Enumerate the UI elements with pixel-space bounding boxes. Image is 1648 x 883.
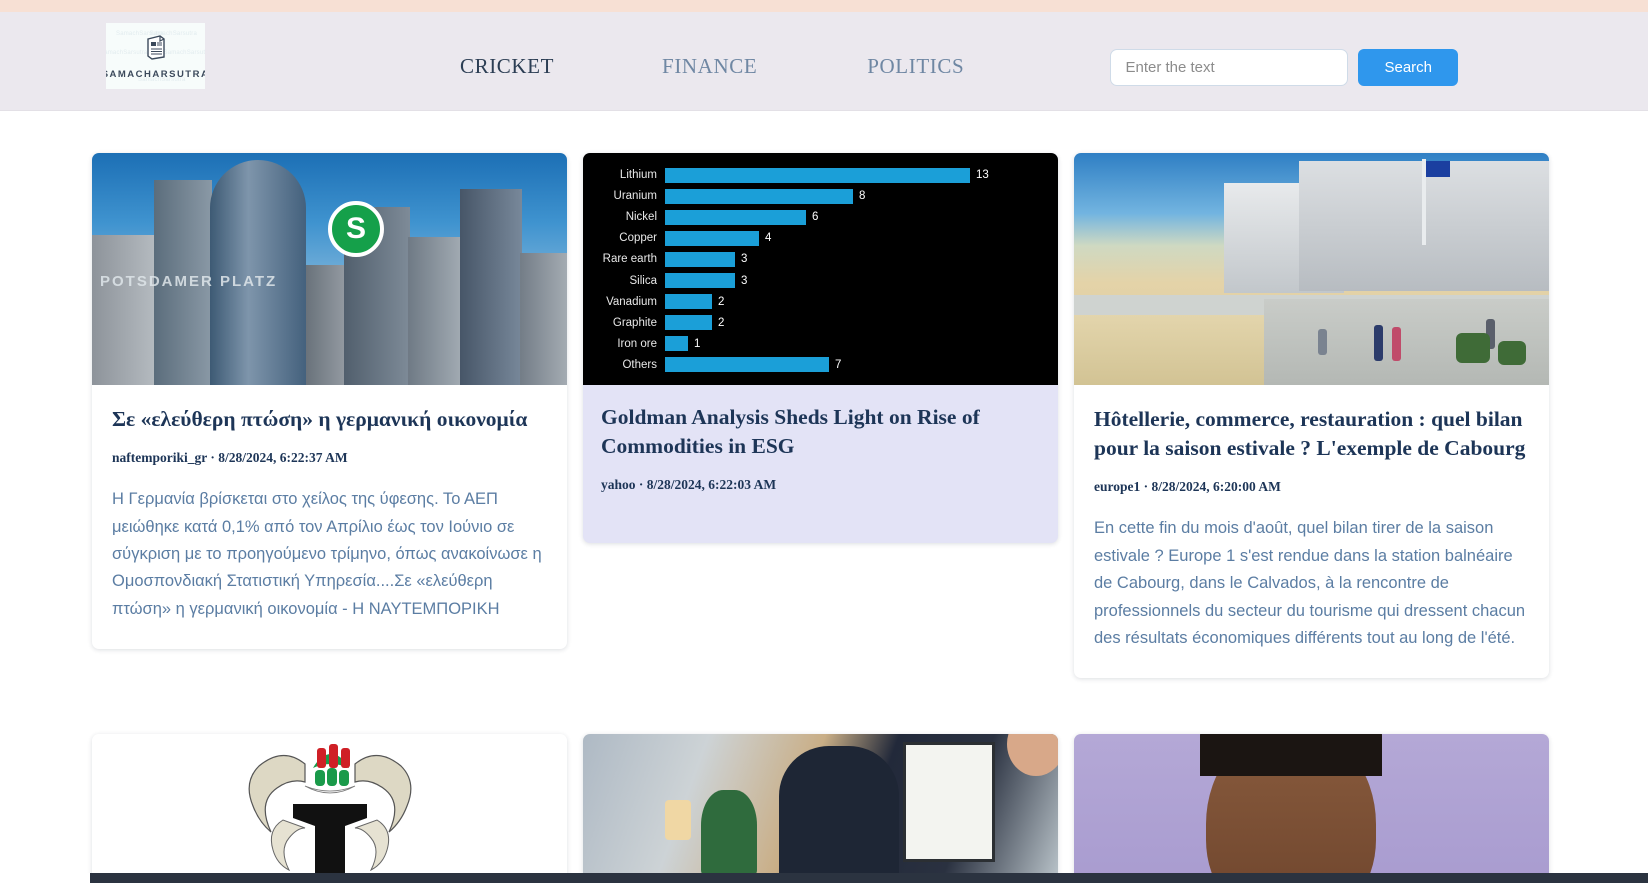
card-description: En cette fin du mois d'août, quel bilan … — [1094, 519, 1526, 647]
nigeria-coat-of-arms-image — [92, 734, 567, 880]
main-nav: CRICKET FINANCE POLITICS — [460, 54, 964, 79]
bottom-edge-bar — [0, 873, 1648, 883]
chart-value-label: 4 — [765, 232, 772, 245]
chart-category-label: Vanadium — [606, 295, 657, 308]
search-input[interactable] — [1110, 49, 1349, 86]
nav-item-cricket[interactable]: CRICKET — [460, 54, 554, 79]
chart-bar — [665, 357, 829, 373]
nav-spacer — [554, 54, 662, 79]
chart-value-label: 13 — [976, 169, 989, 181]
chart-category-label: Copper — [619, 232, 657, 245]
s-bahn-logo-icon: S — [328, 201, 384, 257]
chart-value-label: 3 — [741, 253, 748, 266]
news-feed: S POTSDAMER PLATZ Σε «ελεύθερη πτώση» η … — [0, 111, 1648, 880]
search-area: Search — [1110, 49, 1458, 86]
news-card[interactable] — [1074, 734, 1549, 880]
chart-category-label: Lithium — [619, 169, 657, 181]
chart-bar — [665, 230, 759, 246]
card-body: Σε «ελεύθερη πτώση» η γερμανική οικονομί… — [92, 385, 567, 649]
news-card[interactable]: S POTSDAMER PLATZ Σε «ελεύθερη πτώση» η … — [92, 153, 567, 650]
card-body: Goldman Analysis Sheds Light on Rise of … — [583, 385, 1058, 543]
card-meta: europe1 · 8/28/2024, 6:20:00 AM — [1094, 479, 1281, 495]
news-row-2 — [92, 734, 1556, 880]
image-caption-text: POTSDAMER PLATZ — [100, 273, 278, 290]
chart-bar-row: Graphite 2 — [587, 313, 1054, 333]
chart-bar-row: Vanadium 2 — [587, 292, 1054, 312]
flag-icon — [1422, 159, 1450, 245]
portrait-photo — [1074, 734, 1549, 880]
top-accent-strip — [0, 0, 1648, 12]
cabourg-beach-photo — [1074, 153, 1549, 385]
bottom-edge-left — [0, 873, 90, 883]
card-image — [1074, 153, 1549, 385]
card-image: Lithium 13 Uranium 8 Nickel 6 Copper 4 Rare eart… — [583, 153, 1058, 385]
potsdamer-platz-photo: S POTSDAMER PLATZ — [92, 153, 567, 385]
card-description: Η Γερμανία βρίσκεται στο χείλος της ύφεσ… — [112, 490, 542, 618]
chart-bar-row: Silica 3 — [587, 271, 1054, 291]
search-button[interactable]: Search — [1358, 49, 1458, 86]
chart-value-label: 8 — [859, 190, 866, 203]
chart-value-label: 3 — [741, 274, 748, 287]
chart-bar-row: Nickel 6 — [587, 207, 1054, 227]
nav-item-politics[interactable]: POLITICS — [867, 54, 964, 79]
chart-category-label: Graphite — [612, 316, 657, 329]
chart-bar-row: Uranium 8 — [587, 186, 1054, 206]
site-header: SamachSarsutra SamachSarsutra SamachSars… — [0, 12, 1648, 111]
chart-category-label: Rare earth — [602, 253, 657, 266]
chart-bar — [665, 188, 853, 204]
chart-bar — [665, 273, 735, 289]
site-logo[interactable]: SamachSarsutra SamachSarsutra SamachSars… — [106, 23, 205, 89]
chart-value-label: 2 — [718, 295, 725, 308]
man-in-navy-sweater-photo — [583, 734, 1058, 880]
chart-bar-row: Rare earth 3 — [587, 249, 1054, 269]
card-meta: yahoo · 8/28/2024, 6:22:03 AM — [601, 477, 777, 493]
chart-value-label: 7 — [835, 358, 842, 371]
card-title[interactable]: Goldman Analysis Sheds Light on Rise of … — [601, 403, 1040, 461]
chart-bar — [665, 294, 712, 310]
newspaper-icon — [142, 33, 170, 66]
chart-bar-row: Iron ore 1 — [587, 334, 1054, 354]
chart-bar-row: Copper 4 — [587, 228, 1054, 248]
chart-value-label: 2 — [718, 316, 725, 329]
card-title[interactable]: Hôtellerie, commerce, restauration : que… — [1094, 405, 1529, 463]
chart-bar — [665, 209, 806, 225]
chart-category-label: Others — [622, 358, 657, 371]
news-card[interactable] — [583, 734, 1058, 880]
news-card[interactable]: Lithium 13 Uranium 8 Nickel 6 Copper 4 Rare eart… — [583, 153, 1058, 544]
logo-wordmark: SAMACHARSUTRA — [106, 68, 205, 80]
chart-bar-row: Others 7 — [587, 355, 1054, 375]
chart-bar — [665, 251, 735, 267]
news-card[interactable]: Hôtellerie, commerce, restauration : que… — [1074, 153, 1549, 679]
chart-category-label: Uranium — [613, 190, 657, 203]
chart-category-label: Nickel — [625, 211, 657, 224]
card-body: Hôtellerie, commerce, restauration : que… — [1074, 385, 1549, 678]
commodities-bar-chart: Lithium 13 Uranium 8 Nickel 6 Copper 4 Rare eart… — [583, 153, 1058, 385]
chart-category-label: Iron ore — [617, 337, 657, 350]
nav-item-finance[interactable]: FINANCE — [662, 54, 757, 79]
card-meta: naftemporiki_gr · 8/28/2024, 6:22:37 AM — [112, 450, 348, 466]
card-image: S POTSDAMER PLATZ — [92, 153, 567, 385]
nav-spacer — [757, 54, 867, 79]
news-card[interactable] — [92, 734, 567, 880]
chart-category-label: Silica — [629, 274, 657, 287]
chart-bar-row: Lithium 13 — [587, 165, 1054, 185]
logo-watermark: SamachSarsutra — [163, 50, 206, 56]
chart-bar — [665, 167, 970, 183]
chart-value-label: 6 — [812, 211, 819, 224]
card-title[interactable]: Σε «ελεύθερη πτώση» η γερμανική οικονομί… — [112, 405, 547, 434]
chart-value-label: 1 — [694, 337, 701, 350]
chart-bar — [665, 315, 712, 331]
chart-bar — [665, 336, 688, 352]
news-row-1: S POTSDAMER PLATZ Σε «ελεύθερη πτώση» η … — [92, 153, 1556, 679]
